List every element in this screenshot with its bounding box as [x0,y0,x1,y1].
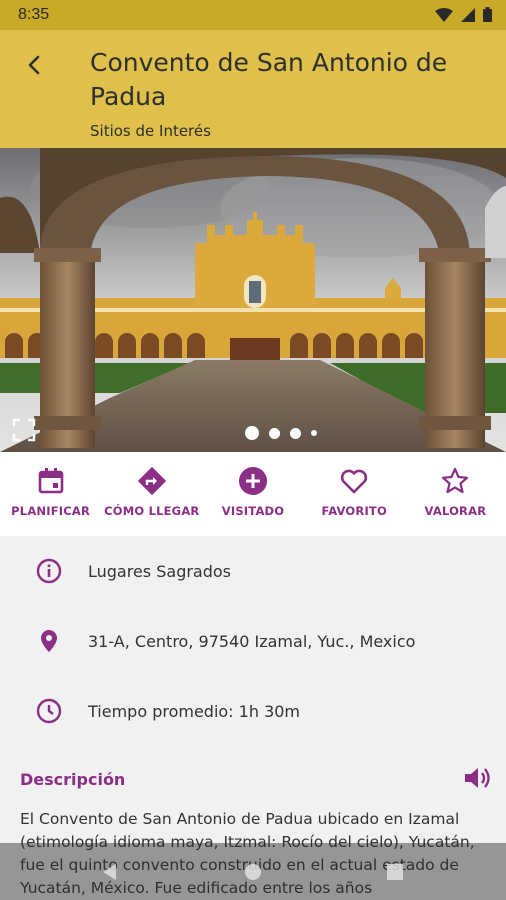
hero-image-gallery[interactable] [0,148,506,452]
plan-label: PLANIFICAR [11,504,91,518]
app-header: Convento de San Antonio de Padua Sitios … [0,30,506,148]
description-heading: Descripción [20,770,126,789]
visited-label: VISITADO [221,504,285,518]
directions-icon [137,466,166,496]
category-row: Lugares Sagrados [0,536,506,606]
duration-text: Tiempo promedio: 1h 30m [88,701,301,721]
calendar-icon [38,468,63,494]
gallery-pagination[interactable] [245,426,317,440]
page-dot-active[interactable] [245,426,259,440]
plan-button[interactable]: PLANIFICAR [0,452,101,536]
action-bar: PLANIFICAR CÓMO LLEGAR VISITADO FAVORITO… [0,452,506,536]
page-dot[interactable] [290,427,301,439]
nav-home-icon[interactable] [243,862,263,882]
nav-recents-icon[interactable] [385,862,405,882]
page-subtitle: Sitios de Interés [90,122,211,140]
page-dot[interactable] [311,430,317,436]
signal-icon [461,7,475,22]
clock-icon [36,698,62,724]
favorite-label: FAVORITO [321,504,387,518]
battery-icon [483,7,492,22]
status-icons [435,7,492,22]
location-pin-icon [41,630,57,652]
rate-button[interactable]: VALORAR [405,452,506,536]
directions-button[interactable]: CÓMO LLEGAR [101,452,202,536]
star-icon [442,467,469,494]
back-arrow-icon[interactable] [20,50,50,80]
speaker-icon[interactable] [462,764,492,792]
add-circle-icon [239,467,267,495]
fullscreen-icon[interactable] [12,418,36,442]
heart-icon [341,469,368,494]
address-row[interactable]: 31-A, Centro, 97540 Izamal, Yuc., Mexico [0,606,506,676]
category-text: Lugares Sagrados [88,561,232,581]
page-title: Convento de San Antonio de Padua [90,48,448,111]
favorite-button[interactable]: FAVORITO [304,452,405,536]
info-icon [36,558,62,584]
convent-photo [0,148,506,452]
wifi-icon [435,7,453,22]
directions-label: CÓMO LLEGAR [104,504,200,518]
visited-button[interactable]: VISITADO [202,452,303,536]
rate-label: VALORAR [424,504,487,518]
system-navigation-bar [0,843,506,900]
duration-row: Tiempo promedio: 1h 30m [0,676,506,746]
status-bar: 8:35 [0,0,506,30]
nav-back-icon[interactable] [100,862,120,882]
address-text: 31-A, Centro, 97540 Izamal, Yuc., Mexico [88,631,416,651]
status-time: 8:35 [18,6,50,23]
page-dot[interactable] [269,427,280,439]
